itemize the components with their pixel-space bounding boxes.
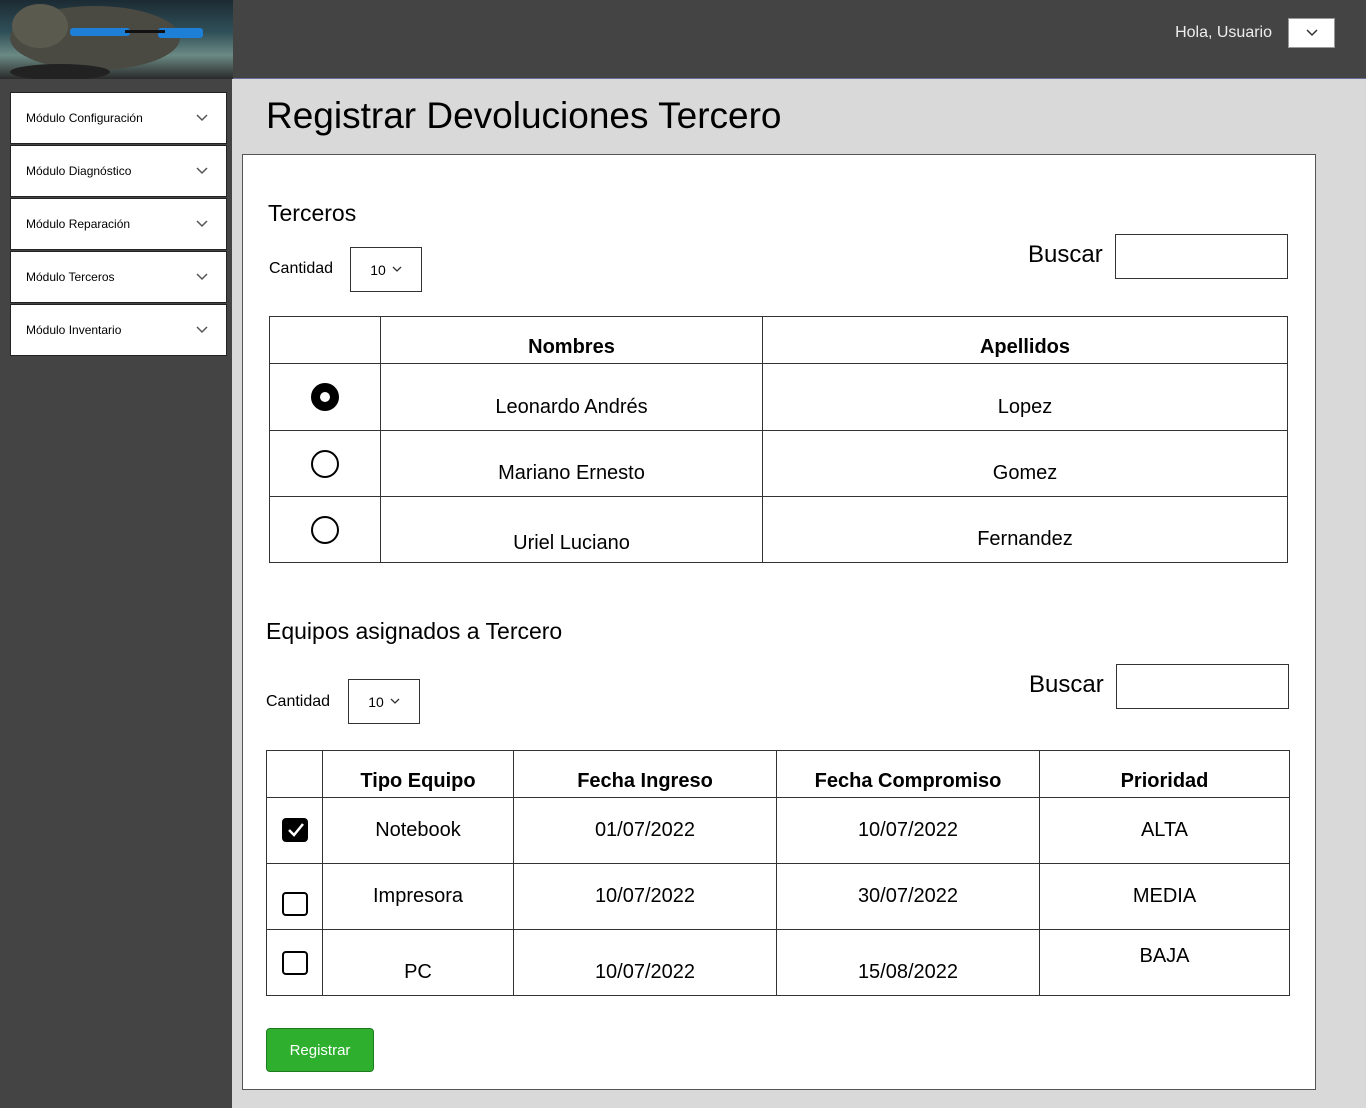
equipos-title: Equipos asignados a Tercero [266,618,563,644]
cell-prioridad: ALTA [1039,797,1290,864]
cell-fecha-ingreso: 01/07/2022 [513,797,777,864]
page-title: Registrar Devoluciones Tercero [266,95,782,136]
table-row[interactable]: Uriel Luciano Fernandez [269,496,1288,563]
chevron-down-icon [196,114,208,122]
terceros-cantidad-select[interactable]: 10 [350,247,422,292]
table-row[interactable]: Notebook 01/07/2022 10/07/2022 ALTA [266,797,1290,864]
register-button[interactable]: Registrar [266,1028,374,1072]
column-header-select [269,316,381,364]
user-menu-button[interactable] [1288,18,1335,48]
sidebar-item-terceros[interactable]: Módulo Terceros [10,251,227,303]
sidebar-item-label: Módulo Terceros [26,270,115,284]
table-row[interactable]: Impresora 10/07/2022 30/07/2022 MEDIA [266,863,1290,930]
logo-image [10,4,203,79]
cell-fecha-compromiso: 30/07/2022 [776,863,1040,930]
terceros-search-input[interactable] [1115,234,1288,279]
check-icon [287,823,304,837]
logo [0,0,233,79]
cell-fecha-compromiso: 15/08/2022 [776,929,1040,996]
terceros-search-label: Buscar [1028,241,1103,268]
sidebar-item-label: Módulo Reparación [26,217,131,231]
sidebar-item-label: Módulo Diagnóstico [26,164,132,178]
cell-tipo-equipo: PC [322,929,514,996]
equipos-table: Tipo Equipo Fecha Ingreso Fecha Compromi… [266,750,1290,996]
top-bar: Hola, Usuario [0,0,1366,79]
radio-cell [269,363,381,431]
column-header-nombres: Nombres [380,316,763,364]
cell-nombres: Mariano Ernesto [380,430,763,497]
checkbox[interactable] [281,891,308,916]
chevron-down-icon [196,220,208,228]
radio-button-selected[interactable] [311,383,339,411]
cell-prioridad: BAJA [1039,929,1290,996]
cell-tipo-equipo: Impresora [322,863,514,930]
column-header-apellidos: Apellidos [762,316,1288,364]
column-header-prioridad: Prioridad [1039,750,1290,798]
checkbox[interactable] [281,950,308,975]
radio-button[interactable] [311,449,339,478]
radio-cell [269,430,381,497]
sidebar-item-inventario[interactable]: Módulo Inventario [10,304,227,356]
sidebar: Módulo Configuración Módulo Diagnóstico … [0,79,232,1108]
cell-apellidos: Gomez [762,430,1288,497]
chevron-down-icon [196,273,208,281]
cell-nombres: Uriel Luciano [380,496,763,563]
chevron-down-icon [196,167,208,175]
chevron-down-icon [390,698,400,704]
checkbox-cell [266,797,323,864]
table-row[interactable]: Mariano Ernesto Gomez [269,430,1288,497]
cell-fecha-ingreso: 10/07/2022 [513,863,777,930]
sidebar-item-configuracion[interactable]: Módulo Configuración [10,92,227,144]
cell-prioridad: MEDIA [1039,863,1290,930]
table-header-row: Tipo Equipo Fecha Ingreso Fecha Compromi… [266,750,1290,798]
table-row[interactable]: PC 10/07/2022 15/08/2022 BAJA [266,929,1290,996]
cell-apellidos: Fernandez [762,496,1288,563]
sidebar-item-reparacion[interactable]: Módulo Reparación [10,198,227,250]
cantidad-value: 10 [368,693,384,710]
column-header-fecha-compromiso: Fecha Compromiso [776,750,1040,798]
terceros-title: Terceros [268,200,357,226]
equipos-cantidad-label: Cantidad [266,693,331,710]
equipos-search-input[interactable] [1116,664,1289,709]
table-row[interactable]: Leonardo Andrés Lopez [269,363,1288,431]
terceros-table: Nombres Apellidos Leonardo Andrés Lopez … [269,316,1288,563]
terceros-cantidad-label: Cantidad [269,260,334,277]
chevron-down-icon [392,266,402,272]
sidebar-item-diagnostico[interactable]: Módulo Diagnóstico [10,145,227,197]
radio-cell [269,496,381,563]
cell-apellidos: Lopez [762,363,1288,431]
chevron-down-icon [1305,29,1318,37]
sidebar-item-label: Módulo Inventario [26,323,122,337]
cell-fecha-ingreso: 10/07/2022 [513,929,777,996]
checkbox-cell [266,863,323,930]
main-panel: Terceros Cantidad 10 Buscar Nombres Apel… [242,154,1316,1090]
sidebar-item-label: Módulo Configuración [26,111,143,125]
column-header-tipo-equipo: Tipo Equipo [322,750,514,798]
radio-button[interactable] [311,515,339,544]
equipos-search-label: Buscar [1029,671,1104,698]
user-greeting: Hola, Usuario [1175,24,1272,41]
checkbox-checked[interactable] [281,818,308,842]
cell-fecha-compromiso: 10/07/2022 [776,797,1040,864]
checkbox-cell [266,929,323,996]
column-header-fecha-ingreso: Fecha Ingreso [513,750,777,798]
cantidad-value: 10 [370,261,386,278]
equipos-cantidad-select[interactable]: 10 [348,679,420,724]
cell-tipo-equipo: Notebook [322,797,514,864]
cell-nombres: Leonardo Andrés [380,363,763,431]
chevron-down-icon [196,326,208,334]
table-header-row: Nombres Apellidos [269,316,1288,364]
column-header-select [266,750,323,798]
